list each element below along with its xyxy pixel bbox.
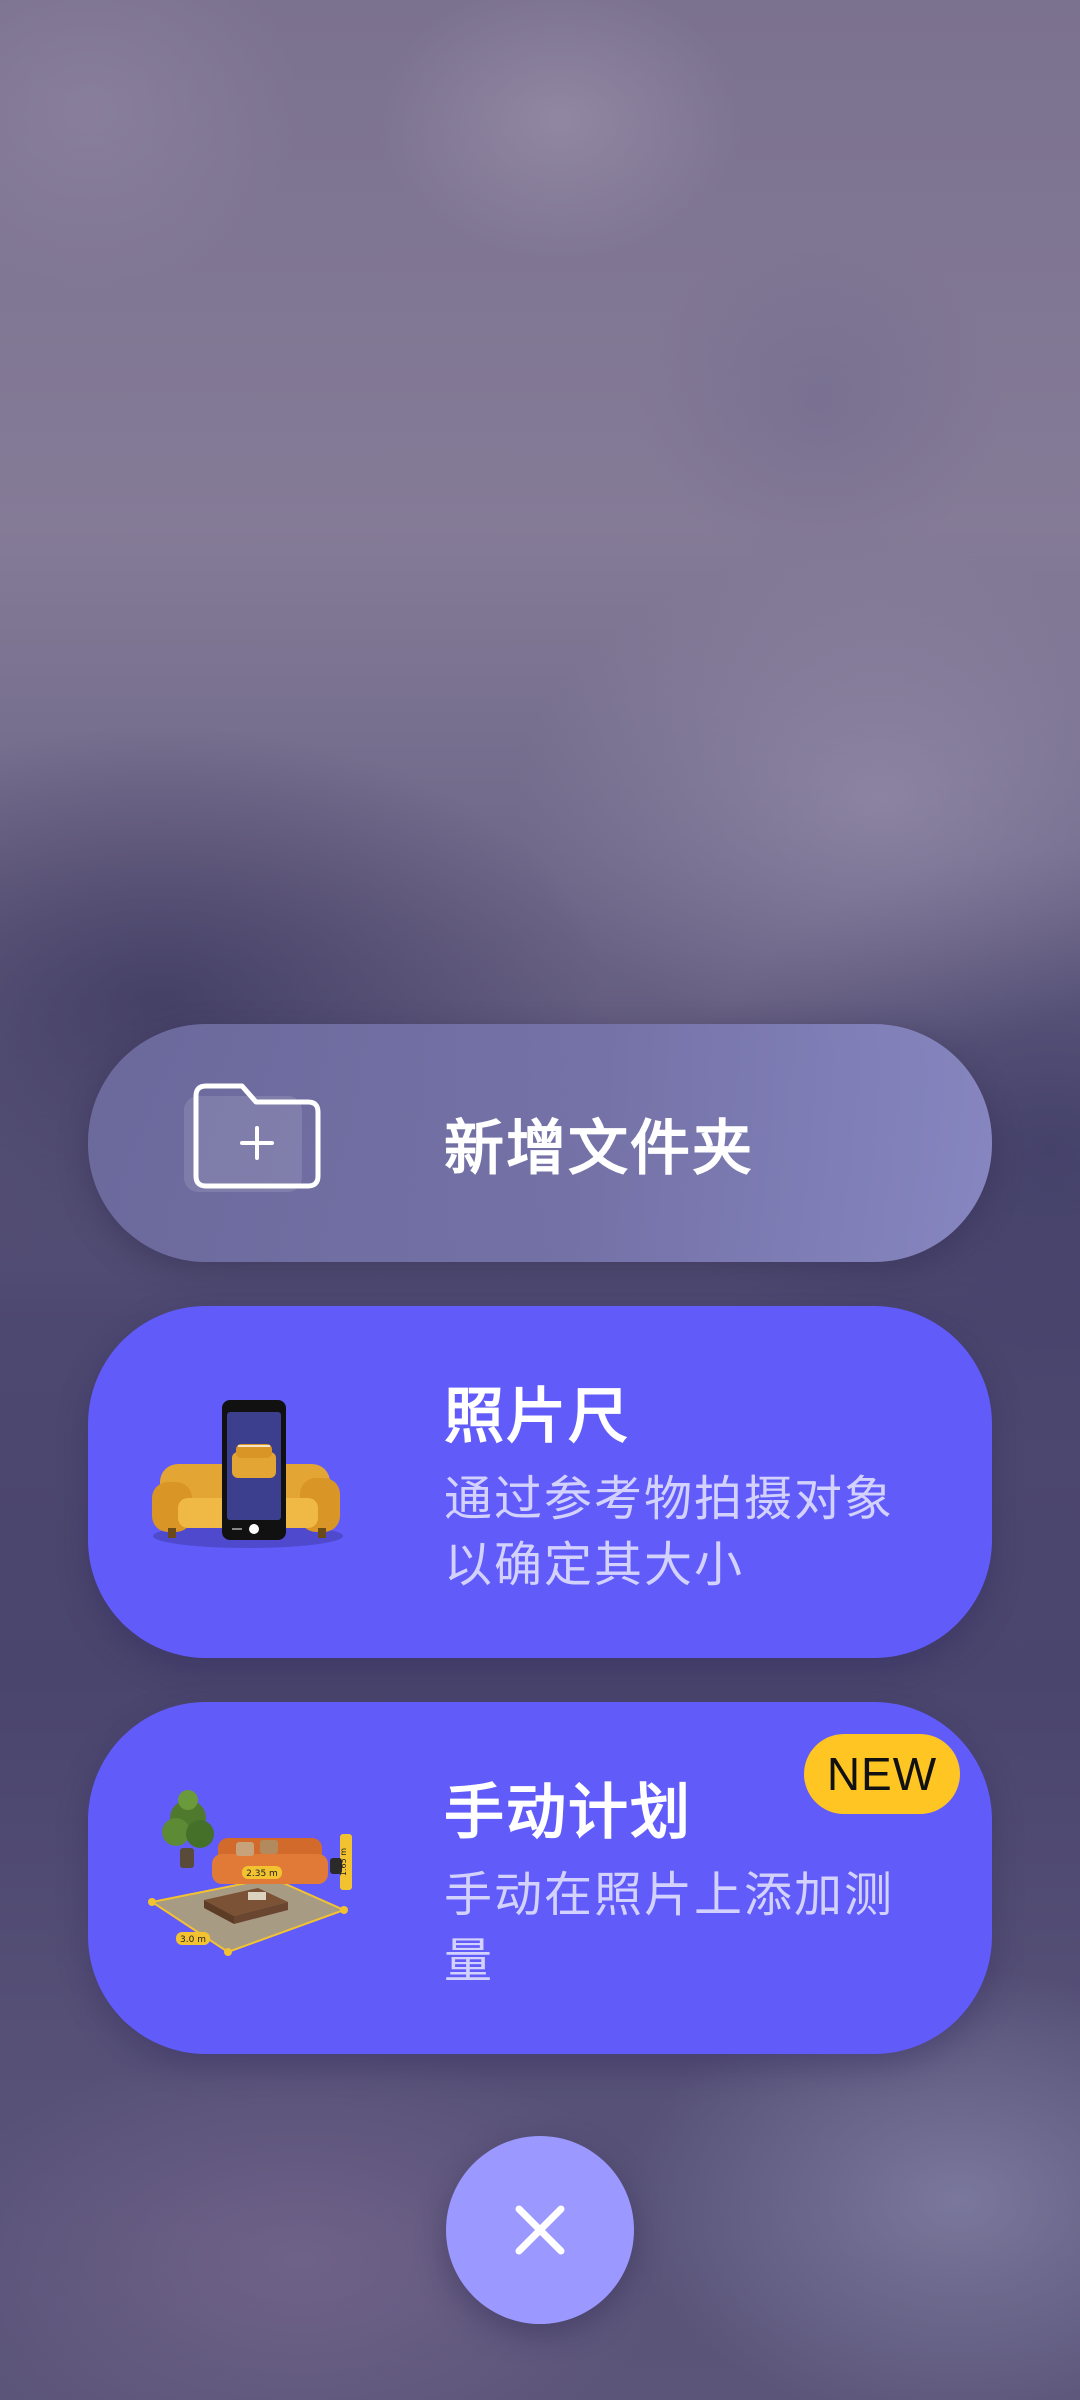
photo-ruler-title: 照片尺 (444, 1382, 630, 1452)
new-badge: NEW (804, 1734, 960, 1814)
manual-plan-button[interactable]: 2.35 m 1.65 m 3.0 m 手动计划 手动在照片上添加测量 NEW (88, 1702, 992, 2054)
sofa-width-label: 2.35 m (246, 1869, 278, 1879)
sofa-phone-illustration (148, 1386, 348, 1586)
photo-ruler-button[interactable]: 照片尺 通过参考物拍摄对象以确定其大小 (88, 1306, 992, 1658)
new-folder-button[interactable]: 新增文件夹 (88, 1024, 992, 1262)
close-button[interactable] (446, 2136, 634, 2324)
folder-plus-icon (184, 1080, 334, 1200)
photo-ruler-description: 通过参考物拍摄对象以确定其大小 (444, 1471, 895, 1593)
close-icon (515, 2205, 565, 2255)
new-folder-label: 新增文件夹 (444, 1114, 754, 1184)
rug-length-label: 3.0 m (180, 1935, 206, 1945)
sofa-height-label: 1.65 m (339, 1848, 348, 1876)
manual-plan-description: 手动在照片上添加测量 (444, 1867, 895, 1989)
room-measurement-illustration: 2.35 m 1.65 m 3.0 m (148, 1782, 352, 1982)
manual-plan-title: 手动计划 (444, 1778, 692, 1848)
